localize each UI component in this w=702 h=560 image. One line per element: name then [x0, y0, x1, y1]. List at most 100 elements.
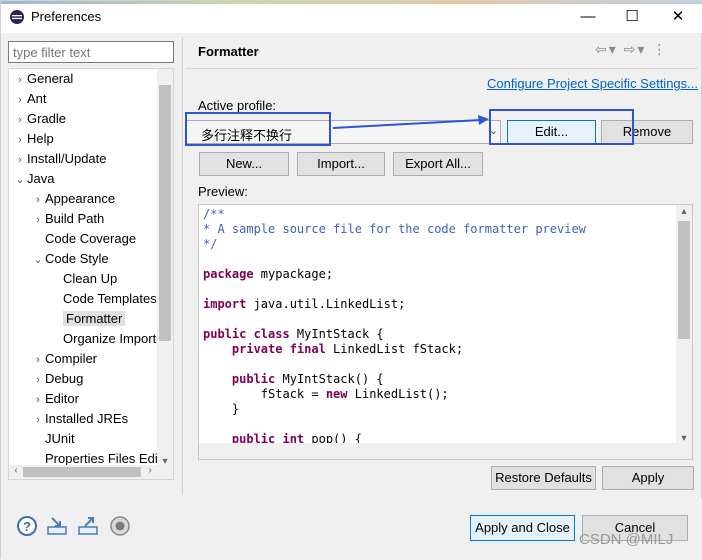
code-text: fStack = [203, 387, 326, 401]
tree-vertical-scrollbar[interactable]: ▾ [157, 69, 173, 469]
code-keyword: private final [231, 342, 326, 356]
profile-highlight-box [185, 112, 331, 146]
code-text: MyIntStack { [289, 327, 384, 341]
tree-item[interactable]: › Gradle [13, 109, 66, 129]
export-all-button[interactable]: Export All... [393, 152, 483, 176]
tree-item-label: Formatter [63, 311, 126, 326]
code-line: private final LinkedList fStack; [203, 342, 586, 357]
tree-item[interactable]: JUnit [31, 429, 75, 449]
tree-item[interactable]: › Help [13, 129, 54, 149]
code-text: MyIntStack() { [275, 372, 384, 386]
preview-vertical-scroll-thumb[interactable] [678, 221, 690, 339]
chevron-right-icon[interactable]: › [13, 110, 27, 130]
tree-item-label: Code Templates [63, 291, 157, 306]
chevron-right-icon[interactable]: › [13, 70, 27, 90]
apply-button[interactable]: Apply [602, 466, 694, 490]
tree-item[interactable]: › Install/Update [13, 149, 107, 170]
code-line: public MyIntStack() { [203, 372, 586, 387]
code-line: /** [203, 207, 586, 222]
new-profile-button[interactable]: New... [199, 152, 289, 176]
restore-defaults-button[interactable]: Restore Defaults [491, 466, 596, 490]
code-comment: * A sample source file for the code form… [203, 222, 586, 236]
tree-item[interactable]: Formatter [49, 309, 126, 329]
tree-item[interactable]: › Ant [13, 89, 47, 110]
tree-item-label: Code Coverage [45, 231, 137, 246]
tree-item[interactable]: Clean Up [49, 269, 117, 289]
code-line: */ [203, 237, 586, 252]
chevron-down-icon[interactable]: ⌄ [13, 170, 27, 190]
watermark: CSDN @MILJ [579, 531, 674, 548]
tree-item-label: Properties Files Edit [45, 451, 162, 466]
tree-horizontal-scrollbar[interactable]: ‹ › [9, 465, 173, 479]
back-icon[interactable]: ⇦▾ [595, 41, 618, 57]
configure-project-link[interactable]: Configure Project Specific Settings... [487, 76, 698, 91]
tree-item[interactable]: › Build Path [31, 209, 104, 229]
code-line: package mypackage; [203, 267, 586, 282]
pane-splitter[interactable] [182, 37, 183, 495]
tree-horizontal-scroll-thumb[interactable] [23, 467, 141, 477]
chevron-right-icon[interactable]: › [13, 150, 27, 170]
tree-item-label: Ant [27, 91, 47, 106]
record-icon[interactable] [109, 515, 131, 537]
chevron-down-icon[interactable]: ⌄ [31, 250, 45, 270]
tree-item[interactable]: Organize Import [49, 329, 156, 349]
scroll-left-icon[interactable]: ‹ [9, 465, 23, 476]
scroll-right-icon[interactable]: › [143, 465, 157, 476]
tree-item-label: Clean Up [63, 271, 118, 286]
apply-and-close-button[interactable]: Apply and Close [470, 515, 575, 541]
code-keyword: new [325, 387, 348, 401]
preview-panel[interactable]: /** * A sample source file for the code f… [198, 204, 693, 460]
tree-item[interactable]: › Editor [31, 389, 79, 409]
tree-item-label: Appearance [45, 191, 116, 206]
page-title: Formatter [198, 44, 259, 59]
scroll-up-icon[interactable]: ▴ [677, 206, 691, 217]
code-comment: */ [203, 237, 218, 251]
chevron-right-icon[interactable]: › [31, 350, 45, 370]
code-line: } [203, 402, 586, 417]
tree-item[interactable]: Code Templates [49, 289, 157, 309]
minimize-button[interactable]: — [565, 1, 611, 33]
preference-tree: ›Language ServersProperties Files EditJU… [8, 68, 174, 480]
preview-vertical-scrollbar[interactable]: ▴ ▾ [676, 205, 692, 445]
tree-vertical-scroll-thumb[interactable] [159, 85, 171, 341]
tree-item-label: JUnit [45, 431, 75, 446]
chevron-right-icon[interactable]: › [31, 210, 45, 230]
tree-item[interactable]: › General [13, 69, 73, 89]
export-icon[interactable] [77, 515, 99, 537]
tree-item[interactable]: › Appearance [31, 189, 115, 209]
tree-item[interactable]: Code Coverage [31, 229, 136, 249]
more-menu-icon[interactable]: ⋮ [652, 41, 668, 57]
tree-item[interactable]: › Debug [31, 369, 83, 389]
chevron-right-icon[interactable]: › [31, 390, 45, 410]
chevron-right-icon[interactable]: › [31, 190, 45, 210]
chevron-right-icon[interactable]: › [31, 410, 45, 430]
preview-horizontal-scrollbar[interactable] [199, 443, 692, 459]
help-icon[interactable]: ? [16, 515, 38, 537]
tree-item[interactable]: › Installed JREs [31, 409, 128, 429]
import-profile-button[interactable]: Import... [297, 152, 385, 176]
tree-item[interactable]: ⌄ Code Style [31, 249, 108, 270]
tree-item[interactable]: ⌄ Java [13, 169, 54, 189]
code-keyword: public [231, 372, 276, 386]
code-keyword: package [203, 267, 254, 281]
tree-item[interactable]: › Compiler [31, 349, 97, 369]
tree-item-label: Gradle [27, 111, 67, 126]
tree-item-label: Help [27, 131, 54, 146]
tree-item-label: Editor [45, 391, 79, 406]
chevron-right-icon[interactable]: › [13, 90, 27, 110]
maximize-button[interactable]: ☐ [609, 1, 655, 33]
import-icon[interactable] [46, 515, 68, 537]
code-keyword: import [203, 297, 247, 311]
forward-icon[interactable]: ⇨▾ [624, 41, 647, 57]
annotation-arrow [332, 115, 489, 129]
chevron-right-icon[interactable]: › [13, 130, 27, 150]
code-text: java.util.LinkedList; [246, 297, 406, 311]
filter-input[interactable] [8, 41, 174, 63]
chevron-right-icon[interactable]: › [31, 370, 45, 390]
close-button[interactable]: ✕ [655, 1, 701, 33]
tree-item-label: Install/Update [27, 151, 107, 166]
